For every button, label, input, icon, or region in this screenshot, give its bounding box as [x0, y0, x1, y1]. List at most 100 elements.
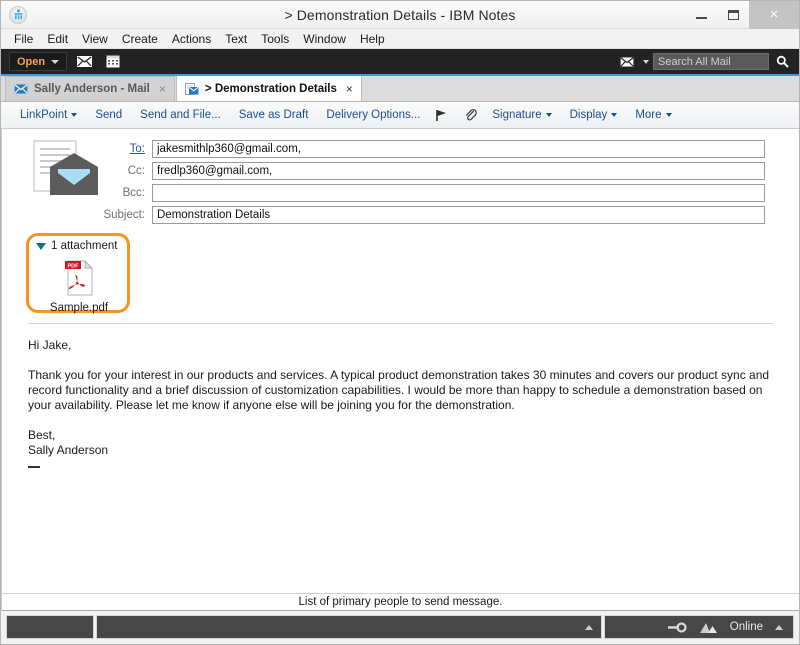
body-paragraph: Thank you for your interest in our produ…	[28, 368, 770, 412]
calendar-toolbar-button[interactable]	[101, 52, 125, 72]
menu-tools[interactable]: Tools	[254, 30, 296, 48]
paperclip-icon	[466, 109, 478, 121]
maximize-button[interactable]	[717, 1, 749, 29]
subject-label: Subject:	[103, 209, 145, 221]
bottom-bar: Online	[1, 611, 799, 644]
window-title: > Demonstration Details - IBM Notes	[284, 6, 516, 23]
cc-input[interactable]	[152, 162, 765, 180]
calendar-icon	[106, 55, 120, 68]
body-sender: Sally Anderson	[28, 443, 109, 457]
message-document: To: Cc: Bcc: Subject:	[1, 129, 799, 611]
envelope-icon	[14, 84, 28, 94]
chevron-down-icon	[51, 59, 60, 64]
menu-file[interactable]: File	[7, 30, 40, 48]
pdf-file-icon: PDF	[65, 259, 94, 296]
attachment-filename: Sample.pdf	[49, 302, 109, 314]
memo-envelope-icon	[184, 82, 199, 95]
search-area	[610, 52, 799, 72]
field-row-cc: Cc:	[102, 161, 765, 181]
menu-window[interactable]: Window	[296, 30, 353, 48]
body-closing: Best,	[28, 428, 56, 442]
body-greeting: Hi Jake,	[28, 338, 72, 352]
envelope-icon	[76, 56, 92, 67]
chevron-up-icon[interactable]	[775, 624, 783, 630]
bottom-segment-middle[interactable]	[96, 615, 602, 639]
action-label: Delivery Options...	[326, 109, 421, 121]
menu-edit[interactable]: Edit	[40, 30, 75, 48]
message-body[interactable]: Hi Jake, Thank you for your interest in …	[2, 324, 799, 468]
action-delivery-options[interactable]: Delivery Options...	[317, 102, 429, 129]
menu-create[interactable]: Create	[115, 30, 165, 48]
mail-toolbar-button[interactable]	[72, 52, 96, 72]
action-label: Signature	[492, 109, 542, 121]
main-toolbar: Open	[1, 49, 799, 76]
action-label: Send	[95, 109, 123, 121]
status-hint: List of primary people to send message.	[2, 593, 799, 611]
address-fields: To: Cc: Bcc: Subject:	[102, 139, 765, 225]
action-attach-button[interactable]	[458, 102, 483, 129]
attachment-toggle[interactable]: 1 attachment	[36, 240, 117, 252]
tab-sally-anderson-mail[interactable]: Sally Anderson - Mail ×	[5, 76, 175, 101]
search-submit-button[interactable]	[773, 55, 791, 68]
action-send[interactable]: Send	[86, 102, 131, 129]
chevron-down-icon	[665, 113, 672, 117]
tab-label: > Demonstration Details	[204, 82, 337, 95]
triangle-down-icon	[36, 242, 46, 250]
bcc-input[interactable]	[152, 184, 765, 202]
chevron-down-icon	[611, 113, 618, 117]
menu-text[interactable]: Text	[218, 30, 254, 48]
attachment-item[interactable]: PDF Sample.pdf	[44, 259, 114, 314]
tab-bar: Sally Anderson - Mail × > Demonstration …	[1, 75, 799, 102]
search-scope-button[interactable]	[615, 52, 639, 72]
action-display[interactable]: Display	[561, 102, 627, 129]
open-button-label: Open	[17, 55, 46, 68]
ibm-notes-window: > Demonstration Details - IBM Notes × Fi…	[0, 0, 800, 645]
to-label[interactable]: To:	[102, 143, 152, 155]
action-label: LinkPoint	[20, 109, 68, 121]
envelope-icon	[620, 56, 634, 67]
memo-envelope-icon	[30, 139, 102, 199]
action-label: Display	[569, 109, 608, 121]
title-bar: > Demonstration Details - IBM Notes ×	[1, 0, 799, 29]
maximize-icon	[727, 9, 739, 20]
ibm-notes-logo-icon	[9, 5, 27, 24]
action-send-and-file[interactable]: Send and File...	[131, 102, 230, 129]
message-header: To: Cc: Bcc: Subject:	[2, 129, 799, 324]
minimize-button[interactable]	[685, 1, 717, 29]
to-input[interactable]	[152, 140, 765, 158]
minimize-icon	[695, 16, 707, 19]
close-button[interactable]: ×	[749, 0, 799, 29]
action-more[interactable]: More	[626, 102, 680, 129]
attachment-area: 1 attachment PDF Sample.pdf	[2, 233, 799, 321]
open-button[interactable]: Open	[9, 52, 68, 71]
menu-bar: File Edit View Create Actions Text Tools…	[1, 29, 799, 49]
search-scope-chevron-icon[interactable]	[643, 59, 649, 64]
location-icon[interactable]	[699, 621, 718, 634]
menu-actions[interactable]: Actions	[165, 30, 218, 48]
action-label: Send and File...	[140, 109, 221, 121]
key-icon[interactable]	[667, 621, 687, 633]
tab-close-icon[interactable]: ×	[159, 82, 166, 96]
action-signature[interactable]: Signature	[483, 102, 560, 129]
bcc-label: Bcc:	[122, 187, 145, 199]
chevron-down-icon	[545, 113, 552, 117]
tab-demonstration-details[interactable]: > Demonstration Details ×	[175, 75, 362, 101]
field-row-to: To:	[102, 139, 765, 159]
menu-view[interactable]: View	[75, 30, 115, 48]
online-status-label[interactable]: Online	[730, 621, 763, 633]
subject-input[interactable]	[152, 206, 765, 224]
bottom-segment-status: Online	[604, 615, 794, 639]
menu-help[interactable]: Help	[353, 30, 392, 48]
bottom-segment-left[interactable]	[6, 615, 94, 639]
magnifier-icon	[776, 55, 789, 68]
attachment-count-label: 1 attachment	[51, 240, 118, 252]
action-flag-button[interactable]	[429, 102, 458, 129]
action-save-as-draft[interactable]: Save as Draft	[230, 102, 318, 129]
field-row-bcc: Bcc:	[102, 183, 765, 203]
chevron-up-icon[interactable]	[585, 624, 593, 630]
action-linkpoint[interactable]: LinkPoint	[11, 102, 86, 129]
cc-label: Cc:	[127, 165, 145, 177]
action-label: Save as Draft	[238, 109, 309, 121]
search-input[interactable]	[653, 53, 769, 70]
tab-close-icon[interactable]: ×	[346, 82, 353, 96]
